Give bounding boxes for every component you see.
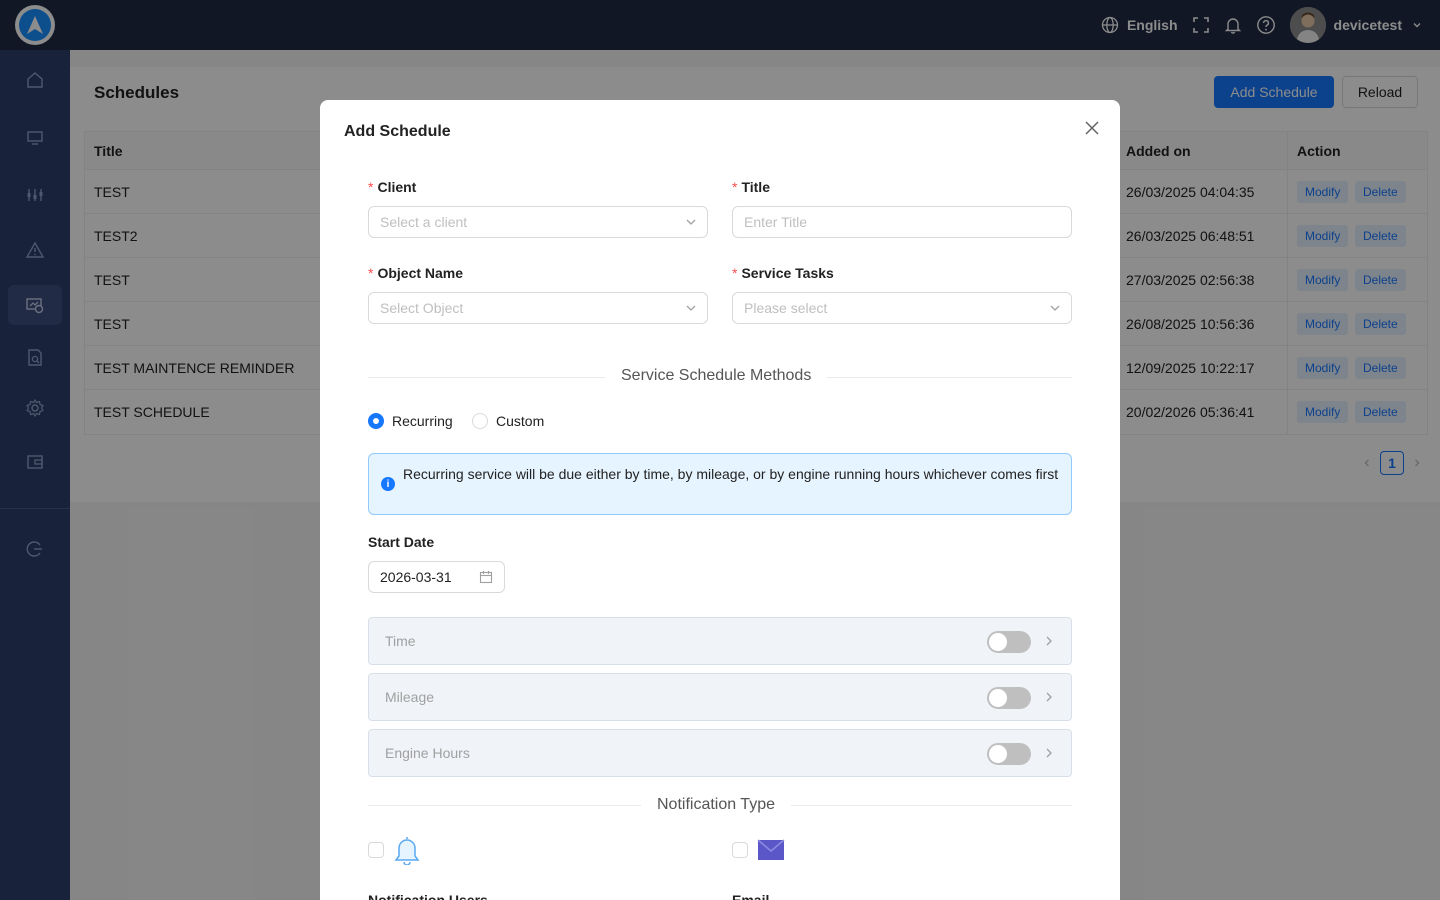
email-label: Email <box>732 892 770 900</box>
title-label: * Title <box>732 179 770 195</box>
service-tasks-placeholder: Please select <box>744 300 828 316</box>
close-icon[interactable] <box>1082 118 1102 138</box>
custom-radio[interactable] <box>472 413 488 429</box>
chevron-right-icon[interactable] <box>1043 635 1055 647</box>
calendar-icon <box>479 571 493 584</box>
chevron-right-icon[interactable] <box>1043 691 1055 703</box>
title-placeholder: Enter Title <box>744 214 808 230</box>
info-alert: i Recurring service will be due either b… <box>368 453 1072 515</box>
recurring-label[interactable]: Recurring <box>392 413 453 429</box>
custom-label[interactable]: Custom <box>496 413 544 429</box>
mileage-panel-label: Mileage <box>385 689 435 705</box>
bell-icon <box>394 837 420 865</box>
client-select[interactable]: Select a client <box>368 206 708 238</box>
toggle-knob <box>989 689 1007 707</box>
time-panel-label: Time <box>385 633 416 649</box>
chevron-down-icon <box>686 305 696 311</box>
time-panel[interactable]: Time <box>368 617 1072 665</box>
info-icon: i <box>381 477 395 491</box>
methods-divider-title: Service Schedule Methods <box>605 367 828 385</box>
client-placeholder: Select a client <box>380 214 468 230</box>
engine-hours-panel[interactable]: Engine Hours <box>368 729 1072 777</box>
chevron-down-icon <box>1050 305 1060 311</box>
modal-title: Add Schedule <box>344 123 451 140</box>
notification-users-checkbox[interactable] <box>368 842 384 858</box>
chevron-right-icon[interactable] <box>1043 747 1055 759</box>
time-toggle[interactable] <box>987 631 1031 653</box>
start-date-label: Start Date <box>368 534 435 550</box>
engine-hours-panel-label: Engine Hours <box>385 745 470 761</box>
recurring-radio[interactable] <box>368 413 384 429</box>
notification-users-label: Notification Users <box>368 892 488 900</box>
envelope-icon <box>757 839 785 860</box>
toggle-knob <box>989 633 1007 651</box>
object-select[interactable]: Select Object <box>368 292 708 324</box>
start-date-picker[interactable]: 2026-03-31 <box>368 561 505 593</box>
client-label: * Client <box>368 179 417 195</box>
email-checkbox[interactable] <box>732 842 748 858</box>
title-input[interactable]: Enter Title <box>732 206 1072 238</box>
chevron-down-icon <box>686 219 696 225</box>
service-tasks-label: * Service Tasks <box>732 265 834 281</box>
start-date-value: 2026-03-31 <box>380 569 452 585</box>
toggle-knob <box>989 745 1007 763</box>
service-tasks-select[interactable]: Please select <box>732 292 1072 324</box>
notification-divider-title: Notification Type <box>641 796 791 814</box>
mileage-panel[interactable]: Mileage <box>368 673 1072 721</box>
engine-hours-toggle[interactable] <box>987 743 1031 765</box>
mileage-toggle[interactable] <box>987 687 1031 709</box>
object-name-label: * Object Name <box>368 265 464 281</box>
object-placeholder: Select Object <box>380 300 464 316</box>
add-schedule-modal: Add Schedule * Client Select a client * Ti… <box>320 100 1120 900</box>
info-text: Recurring service will be due either by … <box>403 466 1059 482</box>
